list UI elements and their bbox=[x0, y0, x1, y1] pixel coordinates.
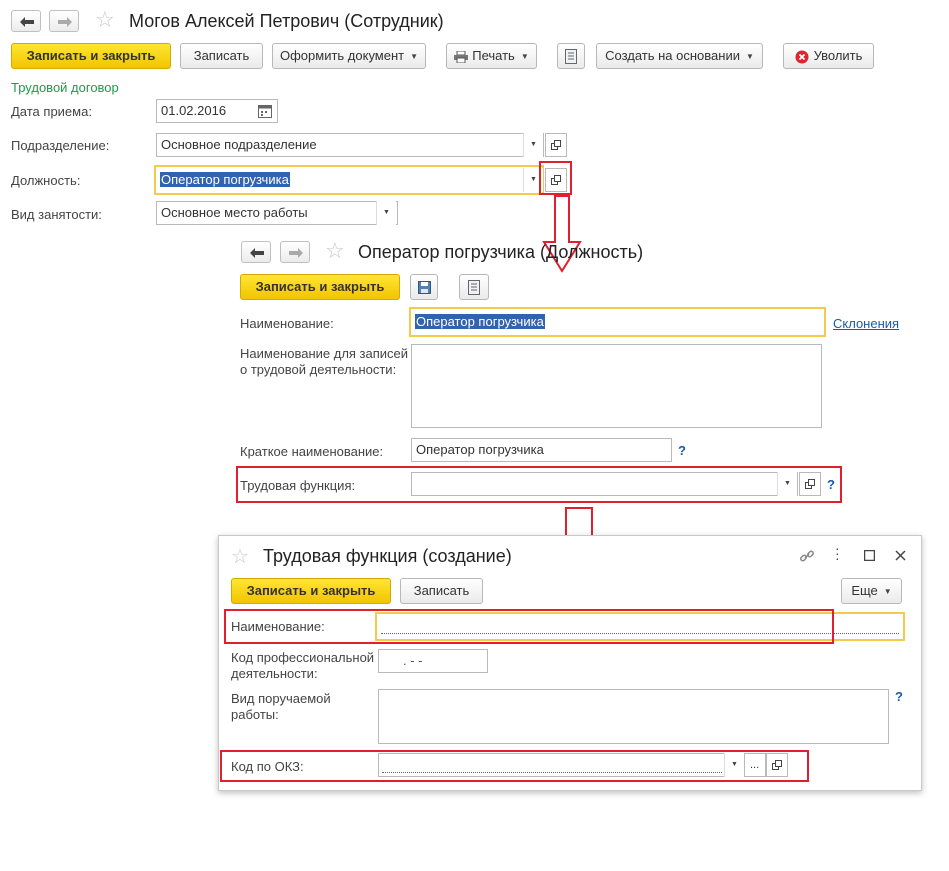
department-value: Основное подразделение bbox=[161, 137, 317, 152]
lf-save-and-close-button[interactable]: Записать и закрыть bbox=[231, 578, 391, 604]
arrow-right-icon bbox=[289, 248, 303, 258]
department-dropdown-icon[interactable]: ▼ bbox=[523, 133, 543, 157]
create-based-on-label: Создать на основании bbox=[605, 48, 740, 63]
labor-function-window: ☆ Трудовая функция (создание) · · · Записа… bbox=[218, 535, 922, 791]
lf-form-title: Трудовая функция (создание) bbox=[263, 546, 512, 566]
work-records-label-line2: о трудовой деятельности: bbox=[240, 362, 397, 377]
report-list-icon bbox=[565, 49, 577, 65]
dismiss-label: Уволить bbox=[813, 48, 863, 63]
employment-type-label: Вид занятости: bbox=[11, 207, 102, 222]
position-save-and-close-label: Записать и закрыть bbox=[255, 279, 385, 294]
work-kind-textarea[interactable] bbox=[378, 689, 889, 744]
declension-link[interactable]: Склонения bbox=[833, 316, 899, 331]
printer-icon bbox=[454, 50, 469, 64]
make-document-label: Оформить документ bbox=[279, 48, 405, 63]
save-and-close-button[interactable]: Записать и закрыть bbox=[11, 43, 171, 69]
position-label: Должность: bbox=[11, 173, 81, 188]
position-name-field[interactable]: Оператор погрузчика bbox=[409, 307, 826, 337]
position-report-button[interactable] bbox=[459, 274, 489, 300]
link-icon[interactable] bbox=[799, 548, 815, 564]
lf-favorite-star-icon[interactable]: ☆ bbox=[231, 545, 249, 567]
highlight-labor-function-row bbox=[236, 466, 842, 503]
position-save-and-close-button[interactable]: Записать и закрыть bbox=[240, 274, 400, 300]
position-back-button[interactable] bbox=[241, 241, 271, 263]
position-name-value: Оператор погрузчика bbox=[415, 314, 545, 329]
highlight-okz-row bbox=[220, 750, 809, 782]
work-kind-help-icon[interactable]: ? bbox=[895, 689, 903, 704]
prof-code-label-line1: Код профессиональной bbox=[231, 650, 375, 665]
report-button[interactable] bbox=[557, 43, 585, 69]
print-label: Печать bbox=[472, 48, 515, 63]
highlight-lf-name bbox=[224, 609, 834, 644]
prof-code-mask: . - - bbox=[403, 653, 423, 668]
short-name-field[interactable]: Оператор погрузчика bbox=[411, 438, 672, 462]
chevron-down-icon: ▼ bbox=[410, 51, 419, 61]
make-document-button[interactable]: Оформить документ ▼ bbox=[272, 43, 426, 69]
department-field[interactable]: Основное подразделение bbox=[156, 133, 544, 157]
lf-save-label: Записать bbox=[413, 583, 470, 598]
lf-save-and-close-label: Записать и закрыть bbox=[246, 583, 376, 598]
prof-code-field[interactable]: . - - bbox=[378, 649, 488, 673]
position-form-title: Оператор погрузчика (Должность) bbox=[358, 242, 644, 262]
arrow-left-icon bbox=[250, 248, 264, 258]
short-name-label: Краткое наименование: bbox=[240, 444, 384, 459]
cancel-circle-icon bbox=[795, 50, 809, 64]
highlight-position-open bbox=[539, 161, 572, 195]
save-label: Записать bbox=[193, 48, 250, 63]
floppy-disk-icon bbox=[417, 281, 431, 295]
prof-code-label-line2: деятельности: bbox=[231, 666, 318, 681]
department-open-button[interactable] bbox=[545, 133, 567, 157]
employment-type-dropdown-icon[interactable]: ▼ bbox=[376, 201, 396, 225]
position-favorite-star-icon[interactable]: ☆ bbox=[325, 241, 345, 263]
employment-type-field[interactable]: Основное место работы bbox=[156, 201, 398, 225]
position-field[interactable]: Оператор погрузчика bbox=[154, 165, 544, 195]
back-button[interactable] bbox=[11, 10, 41, 32]
lf-save-button[interactable]: Записать bbox=[400, 578, 483, 604]
print-button[interactable]: Печать ▼ bbox=[446, 43, 537, 69]
maximize-icon[interactable] bbox=[864, 550, 875, 561]
save-button[interactable]: Записать bbox=[180, 43, 263, 69]
more-vert-icon[interactable]: · · · bbox=[835, 541, 840, 565]
lf-more-label: Еще bbox=[851, 583, 878, 598]
favorite-star-icon[interactable]: ☆ bbox=[95, 10, 115, 32]
work-kind-label-line2: работы: bbox=[231, 707, 279, 722]
chevron-down-icon: ▼ bbox=[745, 51, 754, 61]
callout-arrow-down-icon bbox=[542, 195, 582, 273]
position-forward-button[interactable] bbox=[280, 241, 310, 263]
position-value: Оператор погрузчика bbox=[160, 172, 290, 187]
position-save-disk-button[interactable] bbox=[410, 274, 438, 300]
hire-date-label: Дата приема: bbox=[11, 104, 92, 119]
create-based-on-button[interactable]: Создать на основании ▼ bbox=[596, 43, 763, 69]
chevron-down-icon: ▼ bbox=[520, 51, 529, 61]
employment-type-value: Основное место работы bbox=[161, 205, 308, 220]
arrow-right-icon bbox=[58, 17, 72, 27]
forward-button[interactable] bbox=[49, 10, 79, 32]
chevron-down-icon: ▼ bbox=[883, 586, 892, 596]
work-records-label-line1: Наименование для записей bbox=[240, 346, 409, 361]
report-list-icon bbox=[468, 280, 480, 296]
short-name-help-icon[interactable]: ? bbox=[678, 443, 686, 458]
short-name-value: Оператор погрузчика bbox=[416, 442, 544, 457]
work-kind-label-line1: Вид поручаемой bbox=[231, 691, 331, 706]
position-name-label: Наименование: bbox=[240, 316, 334, 331]
dismiss-button[interactable]: Уволить bbox=[783, 43, 874, 69]
section-title-labor-contract: Трудовой договор bbox=[11, 80, 119, 95]
close-icon[interactable] bbox=[895, 550, 906, 561]
work-records-textarea[interactable] bbox=[411, 344, 822, 428]
lf-more-button[interactable]: Еще ▼ bbox=[841, 578, 902, 604]
hire-date-value: 01.02.2016 bbox=[161, 103, 227, 118]
open-window-icon bbox=[551, 140, 561, 150]
calendar-icon[interactable] bbox=[258, 102, 274, 119]
department-label: Подразделение: bbox=[11, 138, 110, 153]
page-title: Могов Алексей Петрович (Сотрудник) bbox=[129, 11, 444, 31]
arrow-left-icon bbox=[20, 17, 34, 27]
save-and-close-label: Записать и закрыть bbox=[26, 48, 156, 63]
